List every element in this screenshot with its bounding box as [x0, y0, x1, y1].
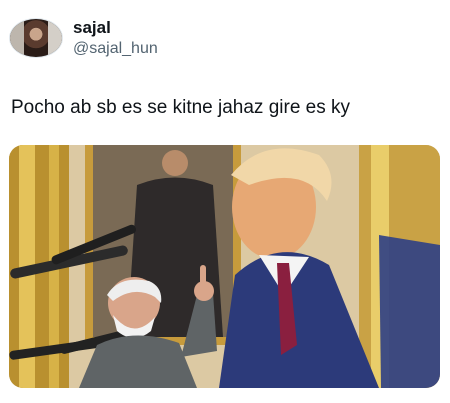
tweet-photo[interactable]	[9, 145, 440, 388]
avatar[interactable]	[9, 18, 63, 58]
photo-illustration	[9, 145, 440, 388]
user-handle[interactable]: @sajal_hun	[73, 40, 158, 58]
tweet-text: Pocho ab sb es se kitne jahaz gire es ky	[11, 97, 351, 118]
tweet-header: sajal @sajal_hun	[9, 18, 158, 58]
user-names: sajal @sajal_hun	[73, 18, 158, 58]
display-name[interactable]: sajal	[73, 18, 158, 38]
